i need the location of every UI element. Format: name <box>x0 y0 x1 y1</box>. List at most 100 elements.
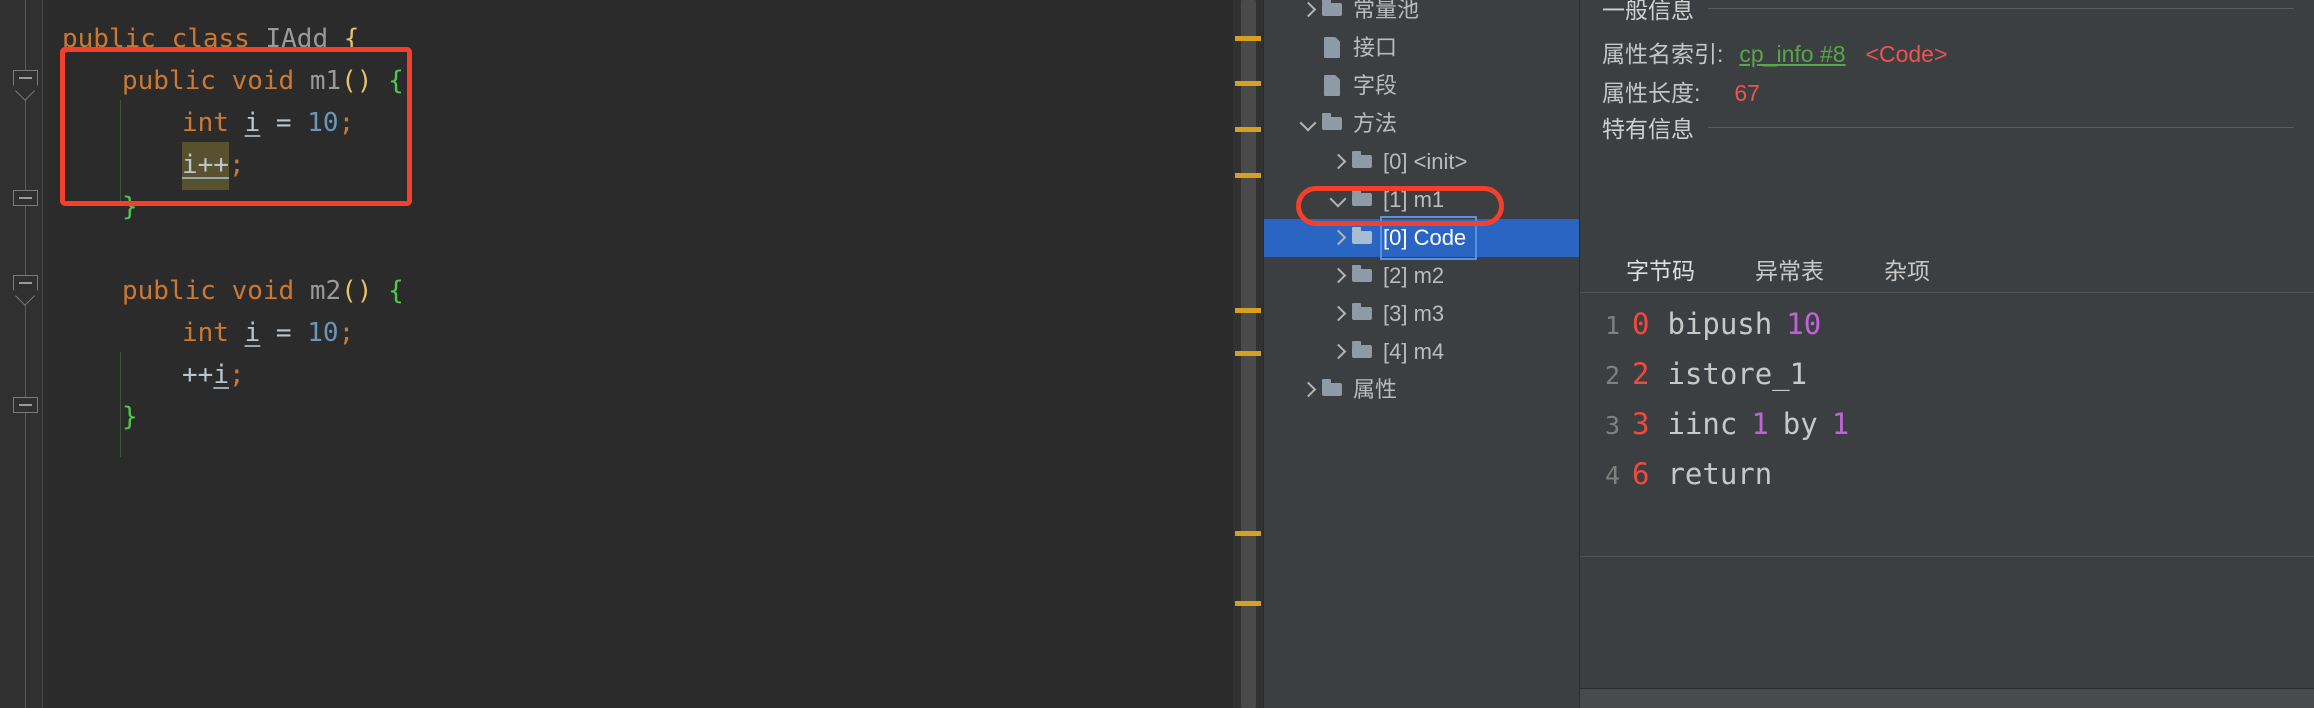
code-line[interactable]: public class IAdd { <box>42 18 1232 60</box>
code-line[interactable] <box>42 228 1232 270</box>
folder-icon <box>1320 0 1346 29</box>
bytecode-operand: 10 <box>1786 307 1822 341</box>
code-line[interactable]: public void m1() { <box>42 60 1232 102</box>
tree-item-method-0-init[interactable]: [0] <init> <box>1264 143 1579 181</box>
attribute-length-value: 67 <box>1734 80 1760 106</box>
tree-item-method-1-m1[interactable]: [1] m1 <box>1264 181 1579 219</box>
tree-item-method-4-m4[interactable]: [4] m4 <box>1264 333 1579 371</box>
tab-exception-table[interactable]: 异常表 <box>1739 248 1840 296</box>
code-line[interactable]: i++; <box>42 144 1232 186</box>
tab-bytecode[interactable]: 字节码 <box>1610 248 1711 296</box>
bytecode-row[interactable]: 2 2 istore_1 <box>1580 349 2314 399</box>
no-chevron-spacer <box>1298 29 1320 67</box>
rail-marker[interactable] <box>1235 351 1261 356</box>
rail-marker[interactable] <box>1235 36 1261 41</box>
fold-marker-icon[interactable] <box>13 70 38 102</box>
cp-info-link[interactable]: cp_info #8 <box>1739 41 1845 68</box>
tree-item-label: 属性 <box>1353 377 1398 402</box>
info-tabstrip[interactable]: 字节码 异常表 杂项 <box>1580 248 2314 296</box>
specific-info-title: 特有信息 <box>1602 116 1694 142</box>
bytecode-opcode[interactable]: return <box>1667 449 1772 499</box>
code-line[interactable]: } <box>42 186 1232 228</box>
tree-item-label: [0] Code <box>1379 216 1478 260</box>
bytecode-line-number: 2 <box>1604 361 1620 390</box>
tree-item-method-2-m2[interactable]: [2] m2 <box>1264 257 1579 295</box>
bytecode-line-number: 4 <box>1604 461 1620 490</box>
code-text-area[interactable]: public class IAdd { public void m1() { i… <box>42 0 1232 708</box>
folder-icon <box>1350 295 1376 333</box>
chevron-right-icon[interactable] <box>1328 295 1350 333</box>
rail-marker[interactable] <box>1235 127 1261 132</box>
bytecode-offset: 3 <box>1632 407 1650 441</box>
class-structure-tree[interactable]: 常量池 接口 字段 方法 [0] <init> [1] m1 [0] Code … <box>1264 0 1579 708</box>
bytecode-operand-separator: by <box>1782 407 1818 441</box>
bytecode-operand: 1 <box>1831 407 1850 441</box>
section-divider <box>1708 7 2294 9</box>
attribute-info-pane: 一般信息 属性名索引: cp_info #8 <Code> 属性长度: 67 特… <box>1580 0 2314 708</box>
fold-marker-icon[interactable] <box>13 190 38 212</box>
code-line[interactable]: int i = 10; <box>42 102 1232 144</box>
chevron-right-icon[interactable] <box>1298 0 1320 29</box>
fold-marker-icon[interactable] <box>13 275 38 307</box>
rail-marker[interactable] <box>1235 531 1261 536</box>
chevron-right-icon[interactable] <box>1328 333 1350 371</box>
bytecode-opcode[interactable]: bipush <box>1667 299 1772 349</box>
chevron-right-icon[interactable] <box>1328 143 1350 181</box>
bytecode-line-number: 3 <box>1604 411 1620 440</box>
tree-item-label: [3] m3 <box>1383 301 1445 326</box>
attribute-name-value: <Code> <box>1865 41 1948 67</box>
tree-item-label: [1] m1 <box>1383 187 1445 212</box>
code-line[interactable]: ++i; <box>42 354 1232 396</box>
rail-marker[interactable] <box>1235 81 1261 86</box>
bytecode-row[interactable]: 1 0 bipush 10 <box>1580 299 2314 349</box>
attribute-length-row: 属性长度: 67 <box>1602 74 1760 108</box>
rail-marker[interactable] <box>1235 601 1261 606</box>
code-line[interactable]: int i = 10; <box>42 312 1232 354</box>
editor-scrollbar-rail[interactable] <box>1233 0 1263 708</box>
bytecode-row[interactable]: 4 6 return <box>1580 449 2314 499</box>
tab-misc[interactable]: 杂项 <box>1868 248 1946 296</box>
editor-gutter[interactable] <box>0 0 43 708</box>
no-chevron-spacer <box>1298 67 1320 105</box>
folder-icon <box>1350 333 1376 371</box>
file-icon <box>1320 67 1346 105</box>
tree-item-label: 常量池 <box>1353 0 1420 22</box>
folder-icon <box>1320 371 1346 409</box>
fold-rail <box>25 0 26 708</box>
chevron-right-icon[interactable] <box>1328 219 1350 257</box>
chevron-right-icon[interactable] <box>1298 371 1320 409</box>
folder-icon <box>1350 219 1376 257</box>
code-line[interactable]: public void m2() { <box>42 270 1232 312</box>
bytecode-row[interactable]: 3 3 iinc 1 by 1 <box>1580 399 2314 449</box>
attribute-name-index-label: 属性名索引: <box>1602 41 1724 67</box>
bytecode-listing[interactable]: 1 0 bipush 10 2 2 istore_1 3 3 iinc 1 by… <box>1580 292 2314 557</box>
tree-item-label: 方法 <box>1353 111 1398 136</box>
general-info-section-header: 一般信息 <box>1602 0 2294 25</box>
chevron-down-icon[interactable] <box>1298 105 1320 143</box>
section-divider <box>1708 126 2294 128</box>
code-editor-pane[interactable]: public class IAdd { public void m1() { i… <box>0 0 1232 708</box>
folder-icon <box>1350 143 1376 181</box>
rail-marker[interactable] <box>1235 173 1261 178</box>
rail-marker[interactable] <box>1235 308 1261 313</box>
tree-item-code-attribute[interactable]: [0] Code <box>1264 216 1579 260</box>
tree-item-fields[interactable]: 字段 <box>1264 67 1579 105</box>
bytecode-offset: 0 <box>1632 307 1650 341</box>
folder-icon <box>1350 181 1376 219</box>
bytecode-opcode[interactable]: iinc <box>1667 399 1737 449</box>
chevron-right-icon[interactable] <box>1328 257 1350 295</box>
general-info-title: 一般信息 <box>1602 0 1694 23</box>
chevron-down-icon[interactable] <box>1328 181 1350 219</box>
fold-marker-icon[interactable] <box>13 397 38 419</box>
tree-item-interfaces[interactable]: 接口 <box>1264 29 1579 67</box>
bytecode-offset: 2 <box>1632 357 1650 391</box>
bytecode-line-number: 1 <box>1604 311 1620 340</box>
tree-item-method-3-m3[interactable]: [3] m3 <box>1264 295 1579 333</box>
attribute-length-label: 属性长度: <box>1602 80 1701 106</box>
bytecode-opcode[interactable]: istore_1 <box>1667 349 1807 399</box>
tree-item-constant-pool[interactable]: 常量池 <box>1264 0 1579 29</box>
folder-icon <box>1350 257 1376 295</box>
code-line[interactable]: } <box>42 396 1232 438</box>
tree-item-methods[interactable]: 方法 <box>1264 105 1579 143</box>
tree-item-attributes[interactable]: 属性 <box>1264 371 1579 409</box>
